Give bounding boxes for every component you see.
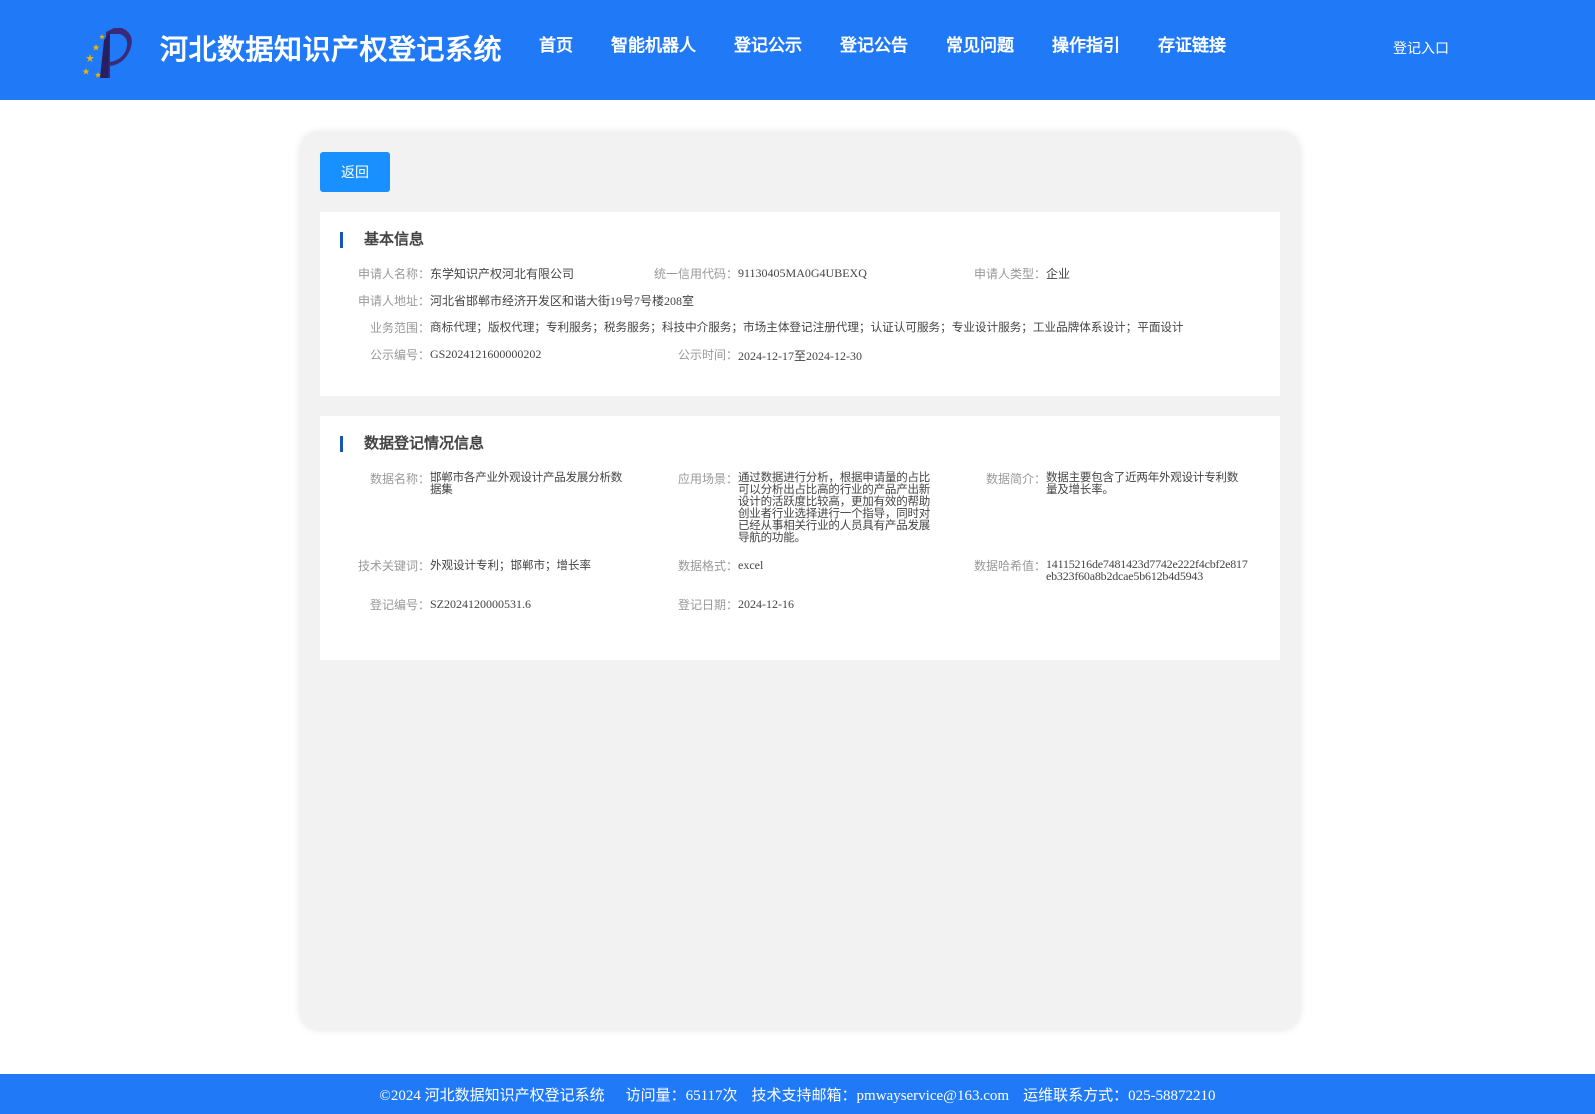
data-name-value: 邯郸市各产业外观设计产品发展分析数据集 bbox=[430, 470, 623, 496]
reg-no-value: SZ2024120000531.6 bbox=[430, 597, 532, 611]
reg-date-value: 2024-12-16 bbox=[738, 597, 794, 611]
scope-label: 业务范围： bbox=[369, 321, 430, 335]
data-name-label: 数据名称： bbox=[369, 472, 430, 486]
footer-copyright: ©2024 河北数据知识产权登记系统 bbox=[379, 1087, 605, 1104]
detail-container: 返回 基本信息 申请人名称： 东学知识产权河北有限公司 统一信用代码： 9113… bbox=[300, 132, 1300, 1030]
scope-value: 商标代理；版权代理；专利服务；税务服务；科技中介服务；市场主体登记注册代理；认证… bbox=[430, 320, 1184, 334]
back-button[interactable]: 返回 bbox=[320, 152, 390, 192]
nav-item-home[interactable]: 首页 bbox=[520, 32, 592, 64]
address-value: 河北省邯郸市经济开发区和谐大街19号7号楼208室 bbox=[430, 294, 695, 308]
nav-item-publicity[interactable]: 登记公示 bbox=[715, 32, 821, 64]
applicant-type-label: 申请人类型： bbox=[973, 267, 1046, 281]
reg-date-label: 登记日期： bbox=[677, 598, 738, 612]
footer-support-email: 技术支持邮箱：pmwayservice@163.com bbox=[751, 1087, 1010, 1104]
intro-value: 数据主要包含了近两年外观设计专利数量及增长率。 bbox=[1046, 470, 1239, 496]
site-title: 河北数据知识产权登记系统 bbox=[160, 33, 503, 66]
scenario-value: 通过数据进行分析，根据申请量的占比可以分析出占比高的行业的产品产出新设计的活跃度… bbox=[738, 470, 931, 544]
reg-no-label: 登记编号： bbox=[369, 598, 430, 612]
keywords-value: 外观设计专利；邯郸市；增长率 bbox=[430, 558, 591, 572]
data-registration-card: 数据登记情况信息 数据名称： 邯郸市各产业外观设计产品发展分析数据集 应用场景：… bbox=[320, 416, 1280, 660]
page-footer: ©2024 河北数据知识产权登记系统 访问量：65117次 技术支持邮箱：pmw… bbox=[0, 1074, 1595, 1114]
footer-ops-contact: 运维联系方式：025-58872210 bbox=[1023, 1087, 1216, 1104]
hash-value: 14115216de7481423d7742e222f4cbf2e817eb32… bbox=[1046, 557, 1248, 583]
format-value: excel bbox=[738, 558, 764, 572]
credit-code-value: 91130405MA0G4UBEXQ bbox=[738, 266, 867, 280]
nav-item-announcement[interactable]: 登记公告 bbox=[821, 32, 927, 64]
footer-visits: 访问量：65117次 bbox=[625, 1087, 738, 1104]
format-label: 数据格式： bbox=[677, 559, 738, 573]
data-info-title: 数据登记情况信息 bbox=[364, 434, 485, 452]
notice-time-label: 公示时间： bbox=[677, 348, 738, 362]
section-marker bbox=[340, 232, 343, 248]
scenario-label: 应用场景： bbox=[677, 472, 738, 486]
address-label: 申请人地址： bbox=[357, 294, 430, 308]
notice-no-label: 公示编号： bbox=[369, 348, 430, 362]
main-nav: 首页 智能机器人 登记公示 登记公告 常见问题 操作指引 存证链接 bbox=[520, 32, 1245, 64]
notice-time-value: 2024-12-17至2024-12-30 bbox=[738, 349, 862, 363]
applicant-name-label: 申请人名称： bbox=[357, 267, 430, 281]
notice-no-value: GS2024121600000202 bbox=[430, 347, 542, 361]
site-logo-icon[interactable] bbox=[80, 24, 136, 80]
keywords-label: 技术关键词： bbox=[357, 559, 430, 573]
hash-label: 数据哈希值： bbox=[973, 559, 1046, 573]
credit-code-label: 统一信用代码： bbox=[653, 267, 738, 281]
nav-item-faq[interactable]: 常见问题 bbox=[927, 32, 1033, 64]
applicant-type-value: 企业 bbox=[1046, 267, 1071, 281]
nav-item-evidence-link[interactable]: 存证链接 bbox=[1139, 32, 1245, 64]
intro-label: 数据简介： bbox=[985, 472, 1046, 486]
top-header: 河北数据知识产权登记系统 首页 智能机器人 登记公示 登记公告 常见问题 操作指… bbox=[0, 0, 1595, 100]
basic-info-title: 基本信息 bbox=[364, 230, 425, 248]
nav-item-robot[interactable]: 智能机器人 bbox=[592, 32, 715, 64]
login-link[interactable]: 登记入口 bbox=[1393, 38, 1449, 58]
section-marker bbox=[340, 436, 343, 452]
applicant-name-value: 东学知识产权河北有限公司 bbox=[430, 267, 575, 281]
nav-item-guide[interactable]: 操作指引 bbox=[1033, 32, 1139, 64]
basic-info-card: 基本信息 申请人名称： 东学知识产权河北有限公司 统一信用代码： 9113040… bbox=[320, 212, 1280, 396]
